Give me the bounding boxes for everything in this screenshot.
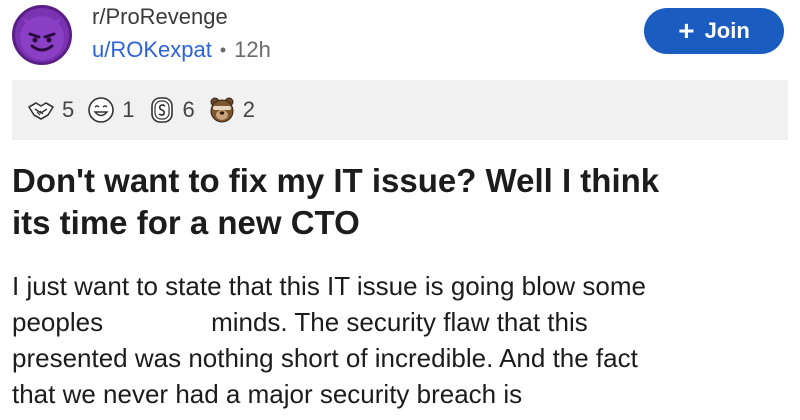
handshake-award-icon (28, 102, 54, 120)
post-timestamp: 12h (234, 37, 271, 62)
awards-bar[interactable]: 5 1 6 2 (12, 80, 788, 140)
author-username[interactable]: u/ROKexpat (92, 36, 212, 64)
award-count: 6 (182, 97, 195, 122)
post-body-line: presented was nothing short of incredibl… (12, 343, 638, 373)
post-body-line: that we never had a major security breac… (12, 379, 523, 409)
post-title-line: its time for a new CTO (12, 204, 360, 241)
plus-icon: + (678, 15, 695, 46)
join-label: Join (704, 18, 750, 43)
devil-emoji-icon (20, 16, 64, 60)
laughing-face-award-icon (88, 97, 115, 123)
join-button[interactable]: + Join (644, 8, 784, 54)
post-title[interactable]: Don't want to fix my IT issue? Well I th… (12, 160, 782, 244)
post-title-line: Don't want to fix my IT issue? Well I th… (12, 162, 660, 199)
post-body-fragment: peoples (12, 307, 104, 337)
award-silver[interactable]: 6 (147, 95, 195, 125)
post-body: I just want to state that this IT issue … (12, 268, 788, 412)
post-header: r/ProRevenge u/ROKexpat • 12h + Join (0, 0, 800, 72)
award-count: 5 (62, 97, 75, 122)
award-handshake[interactable]: 5 (26, 95, 74, 125)
subreddit-name[interactable]: r/ProRevenge (92, 4, 271, 30)
award-count: 2 (242, 97, 255, 122)
subreddit-avatar[interactable] (12, 5, 72, 65)
post-body-line: I just want to state that this IT issue … (12, 271, 646, 301)
award-bear[interactable]: 2 (207, 95, 255, 125)
post-body-fragment: minds. The security flaw that this (211, 307, 588, 337)
meta-separator: • (219, 40, 227, 60)
silver-coin-award-icon (150, 97, 173, 123)
post-body-line: peoples minds. The security flaw that thi… (12, 304, 788, 340)
author-line: u/ROKexpat • 12h (92, 36, 271, 64)
award-laughing[interactable]: 1 (86, 95, 135, 125)
post-meta: r/ProRevenge u/ROKexpat • 12h (92, 4, 271, 64)
award-count: 1 (122, 97, 135, 122)
bear-award-icon (210, 97, 234, 123)
